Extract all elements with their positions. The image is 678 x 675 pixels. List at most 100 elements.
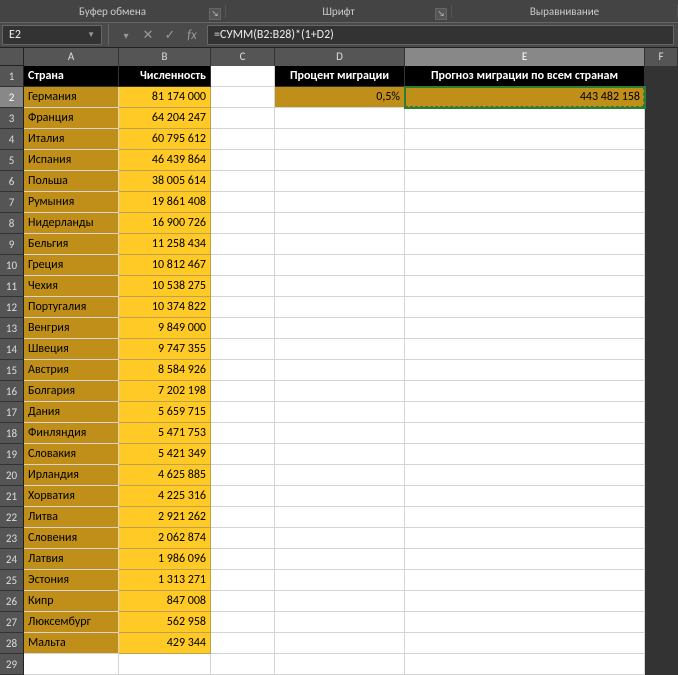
cell[interactable] [275,318,405,339]
dialog-launcher-icon[interactable]: ↘ [209,8,221,20]
cell[interactable] [645,66,678,87]
cell-country[interactable]: Литва [24,507,119,528]
cell[interactable] [275,192,405,213]
cell[interactable] [275,297,405,318]
cell[interactable] [275,255,405,276]
cell[interactable] [275,129,405,150]
cell-population[interactable]: 46 439 864 [119,150,211,171]
cell[interactable] [405,318,645,339]
row-header[interactable]: 14 [0,339,24,360]
cell[interactable] [211,297,275,318]
cell[interactable] [645,297,678,318]
cell-country[interactable]: Латвия [24,549,119,570]
cell[interactable] [645,549,678,570]
cell[interactable] [645,276,678,297]
row-header[interactable]: 23 [0,528,24,549]
cell-population[interactable]: 9 849 000 [119,318,211,339]
cell[interactable] [211,129,275,150]
cell[interactable] [275,633,405,654]
cell-country[interactable]: Эстония [24,570,119,591]
cell[interactable] [645,108,678,129]
cell-population[interactable]: 1 313 271 [119,570,211,591]
cell[interactable] [24,654,119,675]
col-header[interactable]: E [405,48,645,66]
cell-population[interactable]: 11 258 434 [119,234,211,255]
row-header[interactable]: 17 [0,402,24,423]
cell[interactable] [275,591,405,612]
cell[interactable] [645,654,678,675]
row-header[interactable]: 8 [0,213,24,234]
cell[interactable] [405,612,645,633]
cell[interactable] [211,87,275,108]
cell[interactable] [405,507,645,528]
cell[interactable] [275,612,405,633]
cell-population[interactable]: 16 900 726 [119,213,211,234]
cell[interactable] [211,633,275,654]
cell-population[interactable]: 562 958 [119,612,211,633]
cell[interactable] [645,381,678,402]
cell[interactable] [275,444,405,465]
cell[interactable] [405,108,645,129]
cell[interactable] [405,255,645,276]
cell-population[interactable]: 2 921 262 [119,507,211,528]
cell-population[interactable]: 9 747 355 [119,339,211,360]
cell[interactable] [405,360,645,381]
header-cell[interactable]: Прогноз миграции по всем странам [405,66,645,87]
cell[interactable] [645,213,678,234]
cell[interactable] [211,612,275,633]
cell-population[interactable]: 5 471 753 [119,423,211,444]
cell[interactable] [211,591,275,612]
cell[interactable] [211,255,275,276]
cell-country[interactable]: Греция [24,255,119,276]
row-header[interactable]: 13 [0,318,24,339]
cell-population[interactable]: 10 812 467 [119,255,211,276]
formula-input[interactable]: =СУММ(B2:B28)*(1+D2) [207,25,674,45]
cell[interactable] [275,213,405,234]
cell[interactable] [275,486,405,507]
cell[interactable] [211,570,275,591]
cell[interactable] [405,234,645,255]
cell-country[interactable]: Франция [24,108,119,129]
header-cell[interactable]: Страна [24,66,119,87]
cell[interactable] [275,570,405,591]
col-header[interactable]: C [211,48,275,66]
cell[interactable] [405,192,645,213]
cell[interactable] [405,150,645,171]
cell[interactable] [405,129,645,150]
cell-population[interactable]: 5 659 715 [119,402,211,423]
cell[interactable] [211,360,275,381]
enter-icon[interactable]: ✓ [161,26,179,44]
cancel-icon[interactable]: ✕ [139,26,157,44]
cell-population[interactable]: 7 202 198 [119,381,211,402]
cell[interactable] [405,171,645,192]
cell[interactable] [645,528,678,549]
cell-population[interactable]: 64 204 247 [119,108,211,129]
cell[interactable] [275,360,405,381]
cell[interactable] [645,486,678,507]
cell[interactable] [275,108,405,129]
cell[interactable] [645,339,678,360]
cell[interactable] [275,339,405,360]
cell[interactable] [211,171,275,192]
cell[interactable] [645,402,678,423]
col-header[interactable]: B [119,48,211,66]
row-header[interactable]: 1 [0,66,24,87]
cell-country[interactable]: Португалия [24,297,119,318]
cell[interactable] [275,402,405,423]
cell-population[interactable]: 8 584 926 [119,360,211,381]
header-cell[interactable]: Численность [119,66,211,87]
cell-migration-pct[interactable]: 0,5% [275,87,405,108]
cell[interactable] [645,318,678,339]
row-header[interactable]: 6 [0,171,24,192]
name-box[interactable]: E2▼ [2,25,102,45]
cell[interactable] [645,465,678,486]
cell[interactable] [275,381,405,402]
row-header[interactable]: 29 [0,654,24,675]
cell-country[interactable]: Испания [24,150,119,171]
header-cell[interactable]: Процент миграции [275,66,405,87]
row-header[interactable]: 10 [0,255,24,276]
row-header[interactable]: 4 [0,129,24,150]
cell[interactable] [405,444,645,465]
cell[interactable] [405,402,645,423]
row-header[interactable]: 28 [0,633,24,654]
